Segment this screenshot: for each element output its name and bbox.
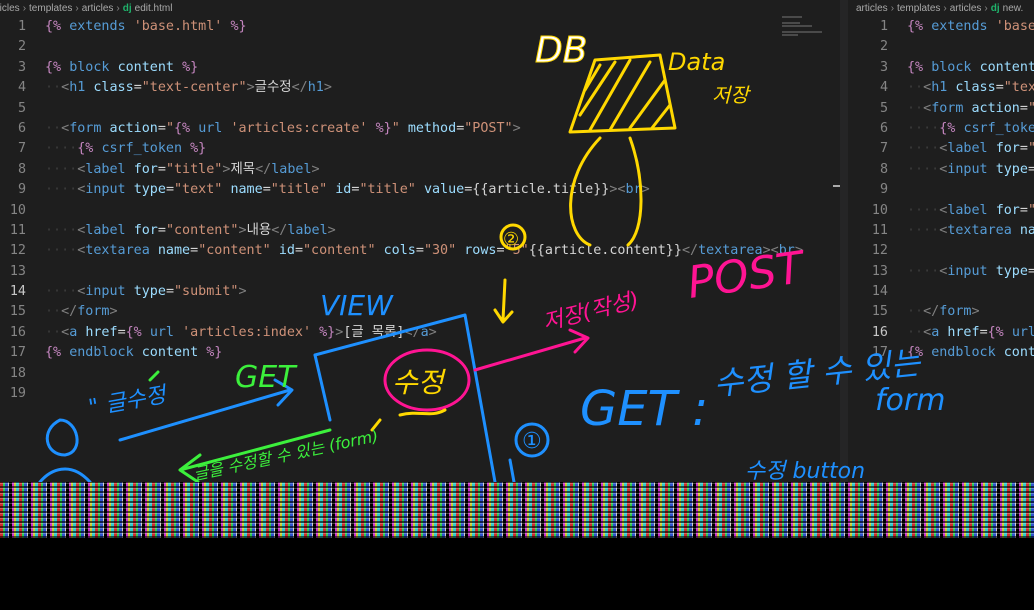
code-text[interactable]: ··<form action="{ [907, 99, 1034, 119]
editor-pane-left[interactable]: articles›templates›articles›djedit.html … [0, 0, 840, 482]
code-text[interactable]: {% extends 'base. [907, 17, 1034, 37]
breadcrumb-item[interactable]: articles [856, 3, 888, 14]
line-number: 18 [9, 365, 26, 381]
breadcrumb-item[interactable]: articles [82, 3, 114, 14]
line-number: 14 [9, 284, 26, 300]
code-text[interactable]: ····{% csrf_token %} [45, 139, 206, 159]
line-number: 1 [879, 19, 888, 34]
breadcrumb-item[interactable]: articles [950, 3, 982, 14]
line-number: 3 [879, 59, 888, 75]
code-text[interactable]: {% endblock conte [907, 343, 1034, 363]
line-number: 14 [871, 284, 888, 300]
line-number: 17 [9, 345, 26, 361]
line-number: 2 [17, 39, 26, 55]
black-band [0, 538, 1034, 610]
code-text[interactable]: ··</form> [907, 302, 980, 322]
line-number: 1 [17, 19, 26, 34]
line-number: 8 [879, 161, 888, 177]
code-text[interactable]: ··<h1 class="text-center">글수정</h1> [45, 78, 332, 98]
line-number: 5 [879, 100, 888, 116]
line-number: 9 [879, 182, 888, 198]
line-number: 12 [9, 243, 26, 259]
code-text[interactable]: {% extends 'base.html' %} [45, 17, 247, 37]
line-number: 7 [879, 141, 888, 157]
code-text[interactable]: ····{% csrf_token [907, 119, 1034, 139]
code-text[interactable]: ··<a href={% url ' [907, 323, 1034, 343]
django-file-icon: dj [990, 3, 1000, 14]
line-number: 16 [9, 324, 26, 340]
breadcrumb-file[interactable]: new. [1003, 3, 1024, 14]
chevron-right-icon: › [984, 3, 988, 14]
line-number: 16 [871, 324, 888, 340]
editor-pane-right[interactable]: articles › templates › articles › dj new. 1 {% e… [848, 0, 1034, 482]
code-text[interactable]: ····<textarea name="content" id="content… [45, 241, 803, 261]
line-number: 4 [879, 80, 888, 96]
code-text[interactable]: ····<label for="title">제목</label> [45, 160, 320, 180]
minimap[interactable] [778, 15, 830, 482]
code-text[interactable]: {% endblock content %} [45, 343, 222, 363]
chevron-right-icon: › [890, 3, 895, 14]
line-number: 13 [871, 263, 888, 279]
code-text[interactable]: ··<h1 class="text [907, 78, 1034, 98]
breadcrumb-item[interactable]: articles [0, 3, 20, 14]
code-text[interactable]: ····<label for="content">내용</label> [45, 221, 336, 241]
breadcrumb-item[interactable]: templates [29, 3, 72, 14]
line-number: 5 [17, 100, 26, 116]
line-number: 6 [17, 120, 26, 136]
line-number: 15 [871, 304, 888, 320]
line-number: 7 [17, 141, 26, 157]
chevron-right-icon: › [116, 3, 120, 14]
code-text[interactable]: ····<input type=" [907, 160, 1034, 180]
line-number: 17 [871, 345, 888, 361]
code-text[interactable]: ····<input type="submit"> [45, 282, 247, 302]
line-number: 10 [871, 202, 888, 218]
code-text[interactable]: ····<label for="t [907, 139, 1034, 159]
code-text[interactable]: ····<textarea nam [907, 221, 1034, 241]
breadcrumb-file[interactable]: edit.html [135, 3, 173, 14]
django-file-icon: dj [122, 3, 132, 14]
breadcrumb: articles›templates›articles›djedit.html [0, 0, 172, 18]
chevron-right-icon: › [22, 3, 27, 14]
code-text[interactable]: ····<input type=" [907, 262, 1034, 282]
line-number: 2 [879, 39, 888, 55]
line-number: 13 [9, 263, 26, 279]
code-text[interactable]: ····<input type="text" name="title" id="… [45, 180, 650, 200]
line-number: 8 [17, 161, 26, 177]
line-number: 15 [9, 304, 26, 320]
code-text[interactable]: ··</form> [45, 302, 118, 322]
line-number: 12 [871, 243, 888, 259]
line-number: 4 [17, 80, 26, 96]
line-number: 11 [871, 222, 888, 238]
code-text[interactable]: ····<label for="c [907, 201, 1034, 221]
code-text[interactable]: {% block content %} [45, 58, 198, 78]
code-text[interactable]: {% block content [907, 58, 1034, 78]
chevron-right-icon: › [943, 3, 947, 14]
scrollbar[interactable] [833, 185, 840, 187]
code-text[interactable]: ··<a href={% url 'articles:index' %}>[글 … [45, 323, 437, 343]
code-text[interactable]: ··<form action="{% url 'articles:create'… [45, 119, 521, 139]
line-number: 9 [17, 182, 26, 198]
chevron-right-icon: › [75, 3, 79, 14]
split-divider[interactable] [840, 0, 848, 482]
line-number: 10 [9, 202, 26, 218]
glitch-overlay [0, 482, 1034, 538]
breadcrumb-item[interactable]: templates [897, 3, 940, 14]
line-number: 3 [17, 59, 26, 75]
line-number: 19 [9, 386, 26, 402]
breadcrumb: articles › templates › articles › dj new. [856, 0, 1023, 18]
line-number: 6 [879, 120, 888, 136]
line-number: 11 [9, 222, 26, 238]
